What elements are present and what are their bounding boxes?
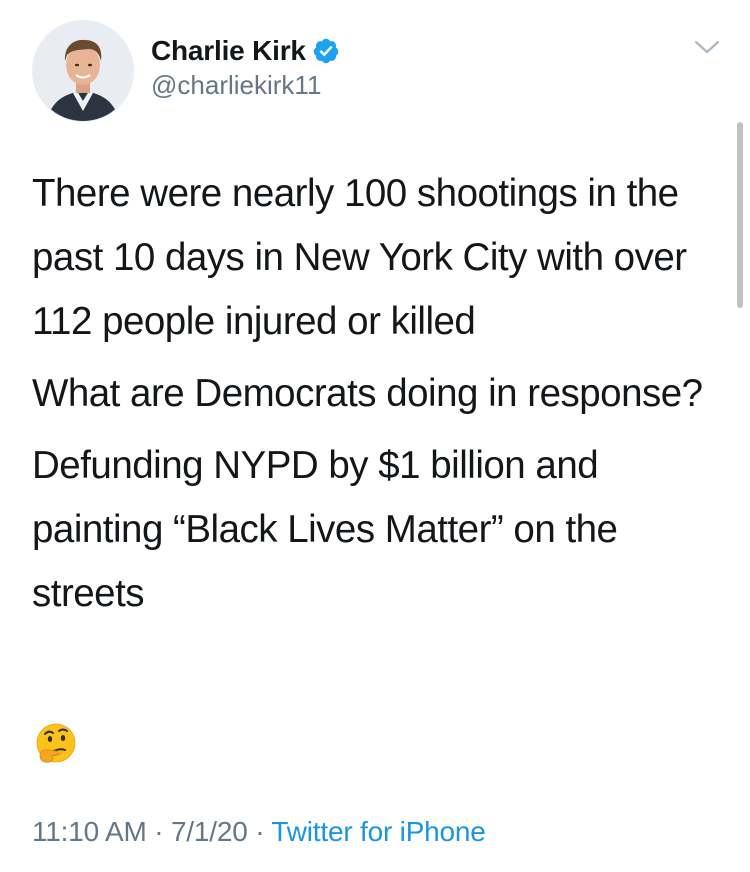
verified-badge-icon: [313, 38, 339, 64]
profile-photo: [33, 21, 133, 121]
display-name[interactable]: Charlie Kirk: [151, 35, 306, 67]
scrollbar[interactable]: [737, 122, 743, 308]
avatar[interactable]: [32, 20, 134, 122]
tweet-paragraph: Defunding NYPD by $1 billion and paintin…: [32, 444, 618, 615]
tweet-text: There were nearly 100 shootings in the p…: [32, 162, 722, 634]
tweet-time[interactable]: 11:10 AM: [32, 816, 147, 847]
tweet-paragraph: What are Democrats doing in response?: [32, 372, 703, 415]
author-name-row[interactable]: Charlie Kirk: [151, 33, 340, 69]
meta-separator: ·: [154, 816, 164, 847]
meta-separator: ·: [255, 816, 265, 847]
thinking-face-icon: [36, 723, 76, 763]
chevron-down-icon[interactable]: [690, 36, 724, 60]
author-handle[interactable]: @charliekirk11: [151, 70, 321, 101]
tweet-date[interactable]: 7/1/20: [171, 816, 248, 847]
tweet-meta: 11:10 AM · 7/1/20 · Twitter for iPhone: [32, 816, 486, 848]
tweet-source-link[interactable]: Twitter for iPhone: [271, 816, 485, 847]
tweet-paragraph: There were nearly 100 shootings in the p…: [32, 172, 687, 343]
